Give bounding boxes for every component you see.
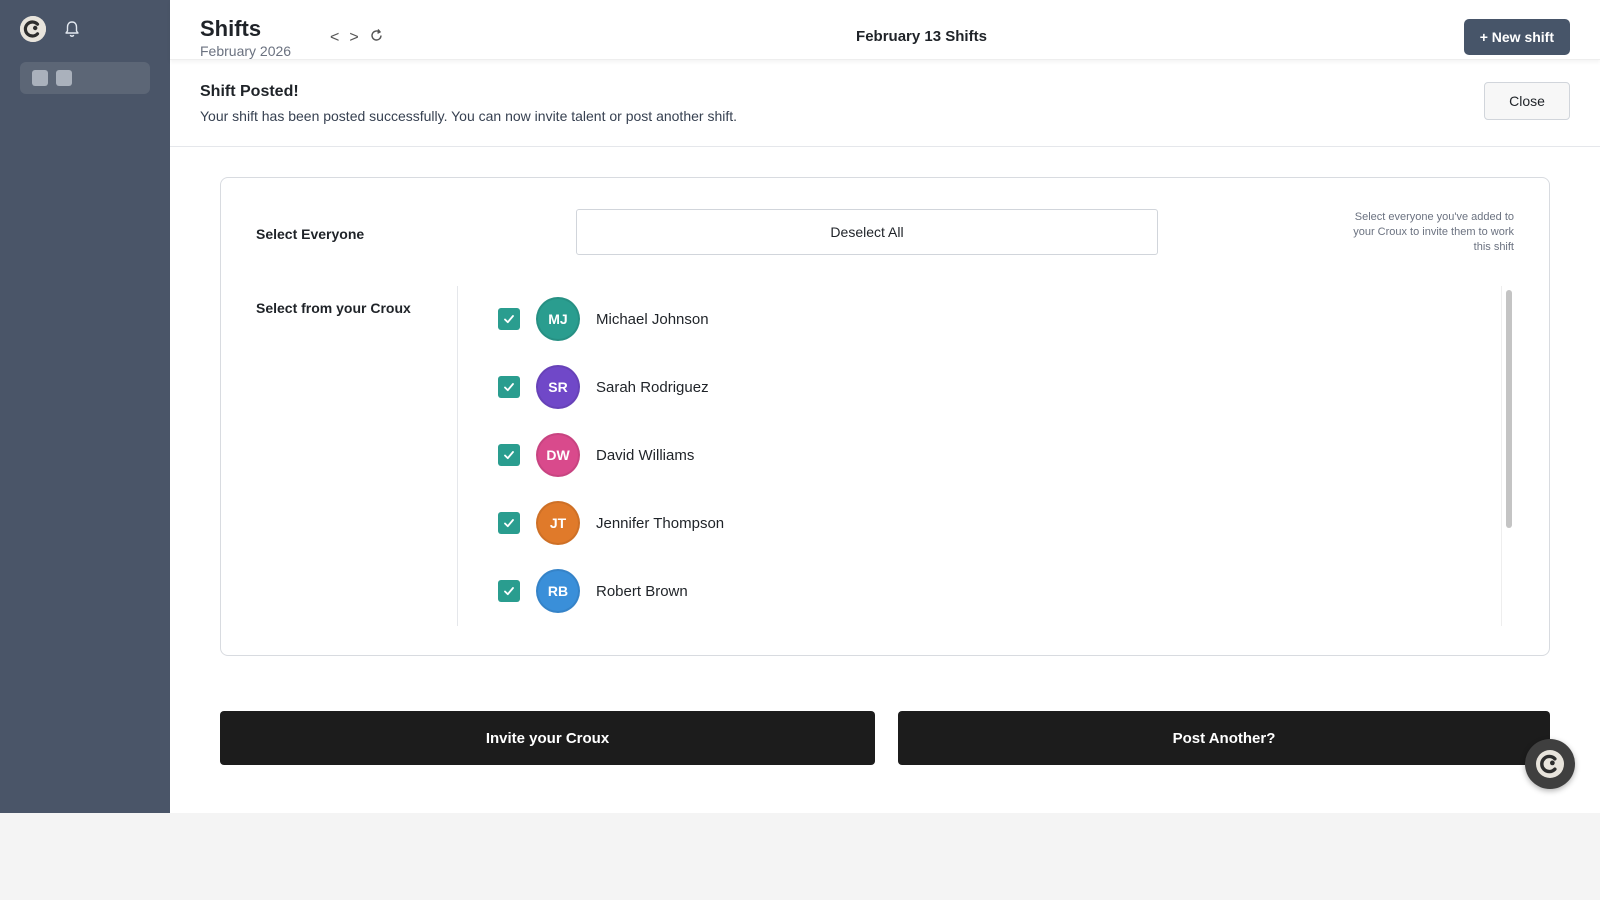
member-name: David Williams xyxy=(596,446,695,464)
top-bar: Shifts February 2026 < > February 13 Shi… xyxy=(170,0,1600,60)
new-shift-button[interactable]: + New shift xyxy=(1463,19,1570,55)
deselect-all-button[interactable]: Deselect All xyxy=(576,209,1158,255)
day-title: February 13 Shifts xyxy=(856,28,987,45)
member-name: Robert Brown xyxy=(596,582,688,600)
member-list: MJ Michael Johnson SR Sarah Rodriguez DW… xyxy=(457,286,1515,626)
invite-croux-button[interactable]: Invite your Croux xyxy=(220,711,875,765)
select-from-croux-label: Select from your Croux xyxy=(256,300,411,316)
member-name: Michael Johnson xyxy=(596,310,709,328)
success-banner: Shift Posted! Your shift has been posted… xyxy=(170,60,1600,147)
banner-title: Shift Posted! xyxy=(200,83,299,100)
list-item[interactable]: MJ Michael Johnson xyxy=(498,296,709,342)
checkbox[interactable] xyxy=(498,376,520,398)
avatar: JT xyxy=(536,501,580,545)
checkbox[interactable] xyxy=(498,512,520,534)
list-item[interactable]: RB Robert Brown xyxy=(498,568,688,614)
avatar: RB xyxy=(536,569,580,613)
avatar: SR xyxy=(536,365,580,409)
page-title: Shifts xyxy=(200,16,262,41)
sidebar-nav-item[interactable] xyxy=(20,62,150,94)
select-hint: Select everyone you've added to your Cro… xyxy=(1353,211,1514,253)
nav-square-icon xyxy=(32,70,48,86)
app-logo-icon xyxy=(1536,750,1564,778)
bell-icon[interactable] xyxy=(64,20,80,38)
select-everyone-label: Select Everyone xyxy=(256,226,365,242)
post-another-button[interactable]: Post Another? xyxy=(898,711,1550,765)
next-arrow-icon[interactable]: > xyxy=(349,29,358,47)
sidebar xyxy=(0,0,170,813)
page-subtitle: February 2026 xyxy=(200,43,292,59)
list-item[interactable]: JT Jennifer Thompson xyxy=(498,500,724,546)
assistant-button[interactable] xyxy=(1525,739,1575,789)
member-name: Jennifer Thompson xyxy=(596,514,725,532)
refresh-icon[interactable] xyxy=(369,28,384,48)
main-area: Shifts February 2026 < > February 13 Shi… xyxy=(170,0,1600,813)
list-item[interactable]: SR Sarah Rodriguez xyxy=(498,364,709,410)
prev-arrow-icon[interactable]: < xyxy=(330,29,339,47)
avatar: DW xyxy=(536,433,580,477)
member-name: Sarah Rodriguez xyxy=(596,378,709,396)
app-logo-icon[interactable] xyxy=(20,16,46,42)
avatar: MJ xyxy=(536,297,580,341)
scrollbar[interactable] xyxy=(1501,286,1515,626)
checkbox[interactable] xyxy=(498,580,520,602)
banner-message: Your shift has been posted successfully.… xyxy=(200,108,738,124)
close-button[interactable]: Close xyxy=(1484,82,1570,120)
checkbox[interactable] xyxy=(498,308,520,330)
list-item[interactable]: DW David Williams xyxy=(498,432,694,478)
scrollbar-thumb[interactable] xyxy=(1506,290,1512,528)
invite-card: Select Everyone Deselect All Select ever… xyxy=(220,177,1550,656)
checkbox[interactable] xyxy=(498,444,520,466)
date-navigation: < > xyxy=(330,28,384,48)
nav-square-icon xyxy=(56,70,72,86)
